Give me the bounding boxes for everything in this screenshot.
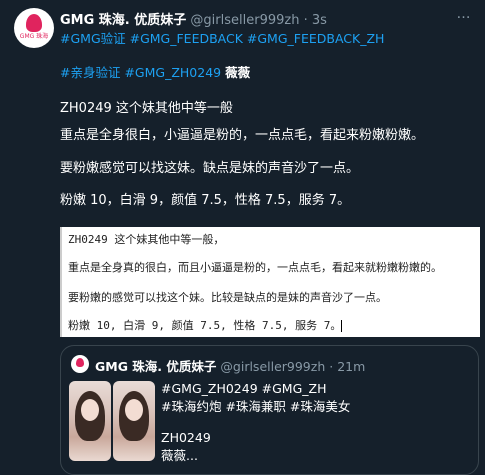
quoted-text-line: 薇薇... (161, 448, 198, 463)
image-text-line: ZH0249 这个妹其他中等一般， (68, 233, 225, 246)
quoted-tweet-card[interactable]: GMG 珠海. 优质妹子 @girlseller999zh · 21m #GMG… (60, 345, 479, 475)
flame-logo-icon (76, 358, 84, 367)
tweet: GMG 珠海 GMG 珠海. 优质妹子 @girlseller999zh · 3… (0, 0, 485, 475)
quoted-display-name: GMG 珠海. 优质妹子 (95, 359, 217, 374)
quoted-photo-2[interactable] (113, 381, 155, 461)
tweet-body-line: ZH0249 这个妹其他中等一般 (60, 101, 233, 116)
quoted-separator: · (329, 359, 334, 374)
image-text-line-ratings: 粉嫩 10, 白滑 9, 颜值 7.5, 性格 7.5, 服务 7。 (68, 319, 342, 332)
quoted-text-line: ZH0249 (161, 430, 211, 445)
header-separator: · (303, 13, 308, 28)
girl-name: 薇薇 (225, 65, 251, 80)
hashtags-line-1[interactable]: #GMG验证 #GMG_FEEDBACK #GMG_FEEDBACK_ZH (60, 28, 384, 47)
image-text-line: 要粉嫩的感觉可以找这个妹。比较是缺点的是妹的声音沙了一点。 (68, 291, 387, 304)
image-text-line: 粉嫩 10, 白滑 9, 颜值 7.5, 性格 7.5, 服务 7。 (68, 317, 343, 333)
more-options-icon[interactable]: … (453, 6, 475, 22)
quoted-text-line: #珠海约炮 #珠海兼职 #珠海美女 (161, 399, 351, 414)
quoted-time: 21m (337, 359, 366, 374)
quoted-text-line: #GMG_ZH0249 #GMG_ZH (161, 381, 327, 396)
image-text-line: 重点是全身真的很白，而且小逼逼是粉的，一点点毛，看起来就粉嫩粉嫩的。 (68, 261, 442, 274)
flame-logo-icon (26, 14, 42, 32)
tweet-body-line: 粉嫩 10，白滑 9，颜值 7.5，性格 7.5，服务 7。 (60, 193, 351, 208)
tweet-body-line: 重点是全身很白，小逼逼是粉的，一点点毛，看起来粉嫩粉嫩。 (60, 128, 425, 143)
hashtags-line-2: #亲身验证 #GMG_ZH0249 薇薇 (60, 62, 250, 81)
text-cursor (341, 320, 343, 332)
attached-text-image[interactable]: ZH0249 这个妹其他中等一般， 重点是全身真的很白，而且小逼逼是粉的，一点点… (60, 227, 480, 337)
photo-face (125, 399, 143, 421)
quoted-photo-1[interactable] (69, 381, 111, 461)
display-name[interactable]: GMG 珠海. 优质妹子 (60, 13, 186, 28)
tweet-header: GMG 珠海. 优质妹子 @girlseller999zh · 3s (60, 9, 327, 28)
avatar[interactable]: GMG 珠海 (14, 8, 54, 48)
quoted-handle: @girlseller999zh (220, 359, 326, 374)
user-handle[interactable]: @girlseller999zh (190, 13, 299, 28)
photo-face (81, 399, 99, 421)
tweet-time[interactable]: 3s (312, 13, 327, 28)
hashtag-links[interactable]: #亲身验证 #GMG_ZH0249 (60, 65, 221, 80)
quoted-header: GMG 珠海. 优质妹子 @girlseller999zh · 21m (95, 356, 365, 375)
avatar-logo-text: GMG 珠海 (19, 33, 49, 40)
quoted-avatar (71, 355, 89, 373)
tweet-body-line: 要粉嫩感觉可以找这妹。缺点是妹的声音沙了一点。 (60, 161, 360, 176)
